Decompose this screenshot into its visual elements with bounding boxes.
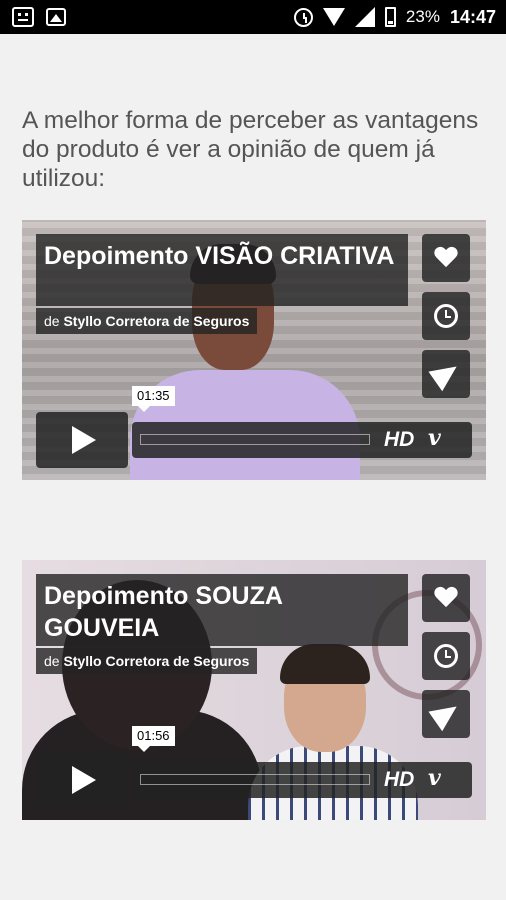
video-person-silhouette (280, 644, 370, 684)
progress-track[interactable] (140, 774, 370, 785)
clock-icon (434, 644, 458, 668)
video-author-link[interactable]: Styllo Corretora de Seguros (63, 653, 249, 669)
battery-icon (384, 7, 396, 27)
video-player-2[interactable]: Depoimento SOUZA GOUVEIA de Styllo Corre… (22, 560, 486, 820)
video-byline: de Styllo Corretora de Seguros (36, 648, 258, 674)
paper-plane-icon (428, 356, 464, 392)
progress-bar-container: HD v (132, 422, 472, 458)
clock-icon (434, 304, 458, 328)
hd-toggle[interactable]: HD (384, 766, 414, 794)
progress-track[interactable] (140, 434, 370, 445)
watch-later-button[interactable] (422, 632, 470, 680)
heart-icon (434, 587, 458, 609)
share-button[interactable] (422, 690, 470, 738)
watch-later-button[interactable] (422, 292, 470, 340)
heart-icon (434, 247, 458, 269)
hd-toggle[interactable]: HD (384, 426, 414, 454)
player-controls: HD v 01:35 (36, 386, 472, 468)
video-duration: 01:56 (132, 726, 175, 752)
byline-prefix: de (44, 653, 60, 669)
status-bar: 23% 14:47 (0, 0, 506, 34)
video-player-1[interactable]: Depoimento VISÃO CRIATIVA de Styllo Corr… (22, 220, 486, 480)
notification-image-icon (46, 8, 66, 26)
video-author-link[interactable]: Styllo Corretora de Seguros (63, 313, 249, 329)
video-duration: 01:35 (132, 386, 175, 412)
battery-percent: 23% (405, 7, 440, 26)
vimeo-logo[interactable]: v (428, 424, 441, 452)
clock-time: 14:47 (449, 6, 496, 27)
like-button[interactable] (422, 234, 470, 282)
progress-bar-container: HD v (132, 762, 472, 798)
video-title[interactable]: Depoimento VISÃO CRIATIVA (36, 234, 408, 306)
player-controls: HD v 01:56 (36, 726, 472, 808)
play-button[interactable] (36, 752, 128, 808)
wifi-icon (322, 8, 345, 26)
video-title[interactable]: Depoimento SOUZA GOUVEIA (36, 574, 408, 646)
byline-prefix: de (44, 313, 60, 329)
intro-text: A melhor forma de perceber as vantagens … (22, 107, 479, 192)
video-byline: de Styllo Corretora de Seguros (36, 308, 258, 334)
play-button[interactable] (36, 412, 128, 468)
alarm-icon (293, 7, 313, 27)
notification-face-icon (12, 7, 34, 27)
cell-signal-icon (354, 7, 375, 27)
paper-plane-icon (428, 696, 464, 732)
like-button[interactable] (422, 574, 470, 622)
vimeo-logo[interactable]: v (428, 764, 441, 792)
share-button[interactable] (422, 350, 470, 398)
